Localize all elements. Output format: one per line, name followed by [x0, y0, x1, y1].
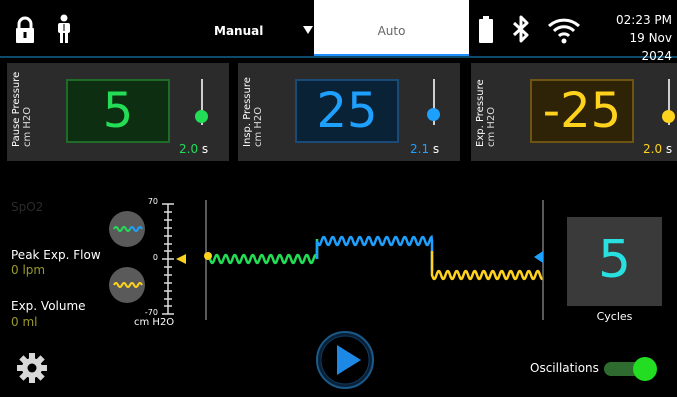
insp-pressure-title: Insp. Pressure [242, 77, 253, 147]
settings-gear-icon[interactable] [16, 352, 48, 384]
insp-pressure-time-value: 2.1 [410, 142, 430, 156]
peak-exp-flow-value: 0 lpm [11, 263, 46, 277]
pause-pressure-slider-knob[interactable] [195, 110, 208, 123]
header-divider [0, 56, 677, 58]
exp-pressure-time: 2.0 s [643, 142, 672, 156]
cycles-label: Cycles [596, 310, 633, 323]
play-button[interactable] [315, 330, 375, 390]
tab-auto[interactable]: Auto [314, 0, 469, 56]
oscillations-toggle[interactable] [604, 357, 658, 381]
pressure-waveform [200, 195, 552, 325]
exp-pressure-unit: cm H2O [486, 106, 497, 147]
insp-pressure-time: 2.1 s [410, 142, 439, 156]
insp-pressure-value-box[interactable]: 25 [295, 79, 399, 143]
scale-min-label: -70 [144, 308, 158, 317]
tab-manual[interactable]: Manual [150, 0, 314, 60]
clock: 02:23 PM 19 Nov 2024 [600, 11, 672, 65]
exp-volume-value: 0 ml [11, 315, 38, 329]
tab-auto-label: Auto [377, 24, 406, 38]
pressure-scale [130, 195, 190, 335]
top-bar: Manual Auto 02:23 PM 19 Nov 2024 [0, 0, 677, 63]
insp-pressure-value: 25 [316, 83, 378, 139]
exp-pressure-value-box[interactable]: -25 [530, 79, 634, 143]
pause-pressure-time: 2.0 s [179, 142, 208, 156]
exp-pressure-value: -25 [542, 83, 622, 139]
tab-manual-label: Manual [214, 24, 264, 38]
pause-pressure-time-unit: s [201, 142, 209, 156]
exp-pressure-slider-knob[interactable] [662, 110, 675, 123]
insp-pressure-time-unit: s [432, 142, 440, 156]
pause-pressure-panel: Pause Pressure cm H2O 5 2.0 s [7, 63, 229, 161]
scale-zero-label: 0 [152, 253, 158, 262]
pause-pressure-value: 5 [102, 83, 134, 139]
exp-pressure-panel: Exp. Pressure cm H2O -25 2.0 s [471, 63, 677, 161]
bluetooth-icon [511, 14, 531, 44]
lock-icon[interactable] [14, 16, 36, 44]
cycles-value: 5 [597, 230, 632, 290]
scale-max-label: 70 [147, 197, 158, 206]
peak-exp-flow-label: Peak Exp. Flow [11, 248, 101, 262]
patient-icon[interactable] [56, 14, 72, 44]
wifi-icon [547, 16, 581, 44]
insp-pressure-panel: Insp. Pressure cm H2O 25 2.1 s [238, 63, 460, 161]
spo2-label: SpO2 [11, 200, 44, 214]
oscillations-toggle-knob [633, 357, 657, 381]
pause-pressure-value-box[interactable]: 5 [66, 79, 170, 143]
insp-pressure-slider-knob[interactable] [427, 108, 440, 121]
oscillations-label: Oscillations [530, 361, 599, 375]
chevron-down-icon [303, 26, 313, 34]
pause-pressure-title: Pause Pressure [11, 71, 22, 147]
cycles-box[interactable]: 5 [567, 217, 662, 306]
exp-pressure-time-unit: s [665, 142, 673, 156]
clock-date: 19 Nov 2024 [629, 31, 672, 63]
clock-time: 02:23 PM [616, 13, 672, 27]
insp-pressure-unit: cm H2O [253, 106, 264, 147]
exp-pressure-title: Exp. Pressure [475, 79, 486, 147]
scale-unit-label: cm H2O [134, 317, 175, 328]
pause-pressure-unit: cm H2O [22, 106, 33, 147]
exp-pressure-time-value: 2.0 [643, 142, 663, 156]
pause-pressure-time-value: 2.0 [179, 142, 199, 156]
exp-volume-label: Exp. Volume [11, 299, 86, 313]
battery-icon [478, 16, 494, 44]
